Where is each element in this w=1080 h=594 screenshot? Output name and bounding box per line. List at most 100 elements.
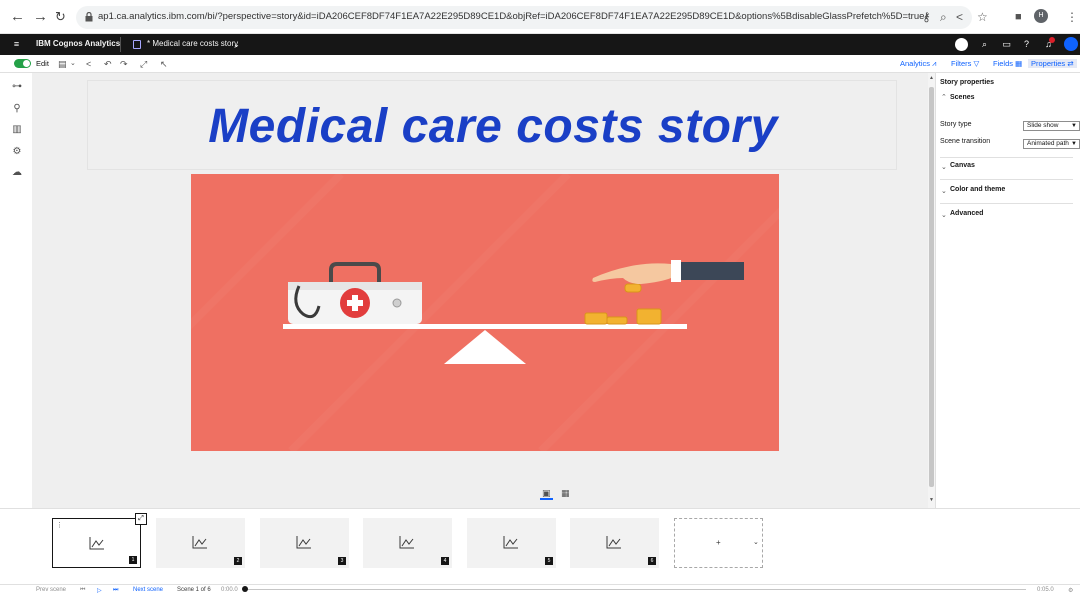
scene-number: 1 xyxy=(129,556,137,564)
timeline-bar: Prev scene ⏮ ▷ ⏭ Next scene Scene 1 of 6… xyxy=(0,584,1080,594)
search-icon[interactable]: ⌕ xyxy=(978,38,991,51)
scene-transition-select[interactable]: Animated path ▼ xyxy=(1023,139,1080,149)
save-icon[interactable]: ▤ xyxy=(58,58,67,70)
line-chart-icon xyxy=(503,536,518,549)
skip-back-icon[interactable]: ⏮ xyxy=(80,587,85,594)
address-bar[interactable]: ap1.ca.analytics.ibm.com/bi/?perspective… xyxy=(76,6,972,29)
timeline-handle[interactable] xyxy=(242,586,248,592)
scene-thumb[interactable]: 3 xyxy=(260,518,349,568)
forward-arrow-icon[interactable]: → xyxy=(33,9,48,25)
scrollbar-thumb[interactable] xyxy=(929,87,934,487)
section-color-theme[interactable]: Color and theme xyxy=(950,186,1005,193)
canvas-scrollbar[interactable]: ▲ ▼ xyxy=(928,73,935,508)
zoom-icon[interactable]: ⌕ xyxy=(940,10,947,24)
key-icon[interactable]: ⚷ xyxy=(922,10,931,24)
filters-button[interactable]: Filters ▽ xyxy=(951,59,979,68)
scene-thumb[interactable]: 5 xyxy=(467,518,556,568)
scene-transition-value: Animated path xyxy=(1027,140,1069,147)
time-end: 0:05.0 xyxy=(1037,587,1054,593)
line-chart-icon xyxy=(399,536,414,549)
gear-icon[interactable]: ⚙ xyxy=(1068,587,1073,594)
chevron-up-icon[interactable]: ⌃ xyxy=(941,93,947,101)
back-arrow-icon[interactable]: ← xyxy=(10,9,25,25)
scene-number: 6 xyxy=(648,557,656,565)
add-scene-button[interactable]: + ⌄ xyxy=(674,518,763,568)
analytics-icon: ⩘ xyxy=(932,59,937,68)
next-scene-button[interactable]: Next scene xyxy=(133,587,163,593)
analytics-button[interactable]: Analytics ⩘ xyxy=(900,59,936,69)
grid-view-icon[interactable]: ▦ xyxy=(561,488,570,498)
story-tab-title[interactable]: * Medical care costs story xyxy=(147,39,238,48)
scroll-down-icon[interactable]: ▼ xyxy=(929,497,934,503)
skip-forward-icon[interactable]: ⏭ xyxy=(113,587,118,594)
single-view-icon[interactable]: ▣ xyxy=(540,488,553,500)
help-icon[interactable]: ? xyxy=(1020,38,1033,51)
line-chart-icon xyxy=(192,536,207,549)
user-avatar-icon[interactable] xyxy=(1064,37,1078,51)
pin-icon[interactable]: ⚲ xyxy=(11,103,23,114)
story-toolbar: Edit ▤ ⌄ < ↶ ↷ ⤢ ↖ Analytics ⩘ Filters ▽… xyxy=(0,55,1080,73)
scene-number: 5 xyxy=(545,557,553,565)
section-advanced[interactable]: Advanced xyxy=(950,210,983,217)
assets-icon[interactable]: ☁ xyxy=(11,167,23,178)
expand-icon[interactable]: ⤢ xyxy=(135,513,147,525)
story-canvas[interactable]: Medical care costs story ▣ ▦ xyxy=(32,73,928,508)
title-widget[interactable]: Medical care costs story xyxy=(87,80,897,170)
expand-icon[interactable]: ⤢ xyxy=(140,58,147,70)
pointer-icon[interactable]: ↖ xyxy=(160,58,168,70)
scene-number: 3 xyxy=(338,557,346,565)
section-divider xyxy=(940,203,1073,204)
line-chart-icon xyxy=(89,537,104,550)
edit-toggle[interactable] xyxy=(14,59,31,68)
play-icon[interactable]: ▷ xyxy=(97,587,102,594)
app-header: ≡ IBM Cognos Analytics * Medical care co… xyxy=(0,34,1080,55)
scene-thumb[interactable]: ⋮ ⤢ 1 xyxy=(52,513,147,568)
chevron-down-icon[interactable]: ⌄ xyxy=(941,187,947,195)
story-type-select[interactable]: Slide show ▼ xyxy=(1023,121,1080,131)
menu-kebab-icon[interactable]: ⋮ xyxy=(1066,10,1078,24)
chat-icon[interactable]: ▭ xyxy=(1000,38,1013,51)
sliders-icon: ⇄ xyxy=(1067,59,1074,68)
story-title[interactable]: Medical care costs story xyxy=(88,99,898,154)
chevron-down-icon[interactable]: ⌄ xyxy=(941,163,947,171)
data-tree-icon[interactable]: ⊶ xyxy=(11,81,23,92)
visualizations-icon[interactable]: ▥ xyxy=(11,124,23,135)
reload-icon[interactable]: ↻ xyxy=(55,9,66,25)
share-icon[interactable]: < xyxy=(956,10,963,24)
section-canvas[interactable]: Canvas xyxy=(950,162,975,169)
scene-filmstrip: ⋮ ⤢ 1 2 3 4 5 6 + ⌄ xyxy=(0,508,1080,584)
medical-cost-image[interactable] xyxy=(191,174,779,451)
scene-thumb[interactable]: 6 xyxy=(570,518,659,568)
chevron-down-icon: ▼ xyxy=(1071,141,1077,147)
plus-icon: + xyxy=(716,538,721,547)
hamburger-menu-icon[interactable]: ≡ xyxy=(10,38,23,51)
undo-icon[interactable]: ↶ xyxy=(104,58,112,70)
scene-menu-icon[interactable]: ⋮ xyxy=(56,521,63,529)
left-rail: ⊶ ⚲ ▥ ⚙ ☁ xyxy=(0,73,32,508)
scroll-up-icon[interactable]: ▲ xyxy=(929,75,934,81)
panel-title: Story properties xyxy=(940,79,995,86)
share-icon[interactable]: < xyxy=(86,58,91,70)
scene-transition-label: Scene transition xyxy=(940,138,991,145)
chevron-down-icon[interactable]: ⌄ xyxy=(941,211,947,219)
fields-button[interactable]: Fields ▦ xyxy=(993,59,1022,68)
chevron-down-icon[interactable]: ⌄ xyxy=(230,38,243,51)
profile-avatar[interactable]: H xyxy=(1034,9,1048,23)
properties-button[interactable]: Properties ⇄ xyxy=(1028,59,1077,68)
fields-label: Fields xyxy=(993,59,1014,68)
section-divider xyxy=(940,179,1073,180)
widgets-icon[interactable]: ⚙ xyxy=(11,146,23,157)
section-scenes[interactable]: Scenes xyxy=(950,94,975,101)
scene-thumb[interactable]: 2 xyxy=(156,518,245,568)
star-icon[interactable]: ☆ xyxy=(977,10,988,24)
properties-label: Properties xyxy=(1031,59,1066,68)
chevron-down-icon[interactable]: ⌄ xyxy=(70,58,76,70)
redo-icon[interactable]: ↷ xyxy=(120,58,128,70)
chevron-down-icon[interactable]: ⌄ xyxy=(753,538,759,546)
scene-thumb[interactable]: 4 xyxy=(363,518,452,568)
assistant-icon[interactable] xyxy=(955,38,968,51)
prev-scene-button[interactable]: Prev scene xyxy=(36,587,66,593)
timeline-track[interactable] xyxy=(246,589,1026,590)
tab-square-icon[interactable]: ■ xyxy=(1015,10,1022,24)
balance-scale-illustration xyxy=(191,174,779,451)
